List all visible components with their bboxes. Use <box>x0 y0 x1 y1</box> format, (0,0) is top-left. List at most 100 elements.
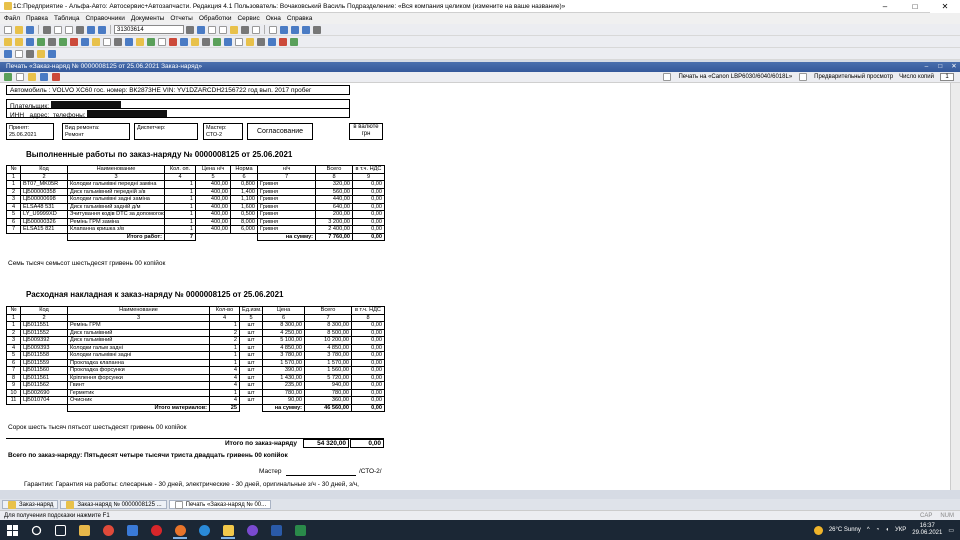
users-icon[interactable] <box>268 37 276 46</box>
clients-icon[interactable] <box>15 37 23 46</box>
open-file-icon[interactable] <box>28 73 36 81</box>
transfer-icon[interactable] <box>180 37 188 46</box>
redo-icon[interactable] <box>98 25 106 34</box>
taskbar-app-explorer[interactable] <box>72 520 96 540</box>
memory-plus-icon[interactable] <box>291 25 299 34</box>
refresh-icon[interactable] <box>48 49 56 58</box>
start-button[interactable] <box>0 520 24 540</box>
folder-icon[interactable] <box>246 37 254 46</box>
save-icon[interactable] <box>26 25 34 34</box>
memory-m-icon[interactable] <box>280 25 288 34</box>
analytics-icon[interactable] <box>213 37 221 46</box>
maximize-button[interactable]: □ <box>900 0 930 13</box>
delete-icon[interactable] <box>76 25 84 34</box>
pdf-icon[interactable] <box>52 73 60 81</box>
parts-icon[interactable] <box>37 37 45 46</box>
stock-icon[interactable] <box>147 37 155 46</box>
open-icon[interactable] <box>15 25 23 34</box>
copies-input[interactable]: 1 <box>940 73 954 81</box>
tools-icon[interactable] <box>313 25 321 34</box>
doc-maximize-button[interactable]: □ <box>934 62 946 72</box>
tab-print-preview[interactable]: Печать «Заказ-наряд № 00... <box>168 500 272 509</box>
menu-item-file[interactable]: Файл <box>4 15 20 22</box>
menu-item-reports[interactable]: Отчеты <box>170 15 192 22</box>
taskbar-app-opera[interactable] <box>144 520 168 540</box>
calendar-plan-icon[interactable] <box>224 37 232 46</box>
tab-order-document[interactable]: Заказ-наряд № 0000008125 ... <box>60 500 167 509</box>
bank-icon[interactable] <box>81 37 89 46</box>
zoom-icon[interactable] <box>15 49 23 58</box>
menu-item-processing[interactable]: Обработки <box>199 15 232 22</box>
menu-item-table[interactable]: Таблица <box>54 15 80 22</box>
settings-icon[interactable] <box>202 37 210 46</box>
archive-icon[interactable] <box>257 37 265 46</box>
weather-widget[interactable]: 26°C Sunny <box>829 527 861 533</box>
tray-chevron-icon[interactable]: ^ <box>867 527 870 533</box>
taskbar-app-store[interactable] <box>120 520 144 540</box>
export-icon[interactable] <box>4 73 12 81</box>
taskbar-app-1c[interactable] <box>216 520 240 540</box>
alert-icon[interactable] <box>279 37 287 46</box>
check-icon[interactable] <box>290 37 298 46</box>
grid-view-icon[interactable] <box>16 73 24 81</box>
cars-icon[interactable] <box>26 37 34 46</box>
calculator-icon[interactable] <box>241 25 249 34</box>
menu-item-edit[interactable]: Правка <box>26 15 48 22</box>
search-input[interactable]: 31303614 <box>114 25 184 34</box>
document-icon[interactable] <box>103 37 111 46</box>
money-icon[interactable] <box>59 37 67 46</box>
taskbar-app-firefox[interactable] <box>168 520 192 540</box>
menu-item-windows[interactable]: Окна <box>266 15 281 22</box>
orders-icon[interactable] <box>4 37 12 46</box>
taskbar-app-word[interactable] <box>264 520 288 540</box>
memory-minus-icon[interactable] <box>302 25 310 34</box>
volume-icon[interactable]: ◖ <box>885 527 889 533</box>
doc-minimize-button[interactable]: – <box>920 62 932 72</box>
order-supplier-icon[interactable] <box>191 37 199 46</box>
invoice-icon[interactable] <box>48 37 56 46</box>
arrow-icon[interactable] <box>4 49 12 58</box>
print-icon[interactable] <box>158 37 166 46</box>
copy-icon[interactable] <box>54 25 62 34</box>
taskbar-app-chrome[interactable] <box>96 520 120 540</box>
taskbar-app-edge[interactable] <box>192 520 216 540</box>
clock[interactable]: 16:37 29.06.2021 <box>912 523 942 537</box>
vertical-scrollbar[interactable] <box>950 83 960 490</box>
return-icon[interactable] <box>169 37 177 46</box>
bookmark-icon[interactable] <box>230 25 238 34</box>
print-button[interactable]: Печать на «Canon LBP6030/6040/6018L» <box>678 74 792 80</box>
journal-icon[interactable] <box>125 37 133 46</box>
paste-icon[interactable] <box>65 25 73 34</box>
dropdown-icon[interactable] <box>186 25 194 34</box>
new-icon[interactable] <box>4 25 12 34</box>
menu-item-catalogs[interactable]: Справочники <box>85 15 124 22</box>
search-button[interactable] <box>24 520 48 540</box>
sort-icon[interactable] <box>37 49 45 58</box>
price-icon[interactable] <box>136 37 144 46</box>
menu-item-help[interactable]: Справка <box>287 15 313 22</box>
list-icon[interactable] <box>235 37 243 46</box>
calendar-icon[interactable] <box>252 25 260 34</box>
find-next-icon[interactable] <box>208 25 216 34</box>
menu-item-documents[interactable]: Документы <box>131 15 165 22</box>
report-icon[interactable] <box>114 37 122 46</box>
tab-order-list[interactable]: Заказ-наряд <box>2 500 59 509</box>
menu-item-service[interactable]: Сервис <box>237 15 259 22</box>
taskbar-app-excel[interactable] <box>288 520 312 540</box>
grid-icon[interactable] <box>269 25 277 34</box>
language-indicator[interactable]: УКР <box>895 527 906 533</box>
find-prev-icon[interactable] <box>219 25 227 34</box>
save-file-icon[interactable] <box>40 73 48 81</box>
taskbar-app-viber[interactable] <box>240 520 264 540</box>
task-view-button[interactable] <box>48 520 72 540</box>
network-icon[interactable]: ◔ <box>876 527 880 533</box>
filter-icon[interactable] <box>26 49 34 58</box>
warehouse-icon[interactable] <box>92 37 100 46</box>
undo-icon[interactable] <box>87 25 95 34</box>
cash-icon[interactable] <box>70 37 78 46</box>
notifications-icon[interactable]: ▭ <box>948 527 954 534</box>
doc-close-button[interactable]: ✕ <box>948 62 960 72</box>
minimize-button[interactable]: – <box>870 0 900 13</box>
close-button[interactable]: ✕ <box>930 0 960 13</box>
find-icon[interactable] <box>197 25 205 34</box>
